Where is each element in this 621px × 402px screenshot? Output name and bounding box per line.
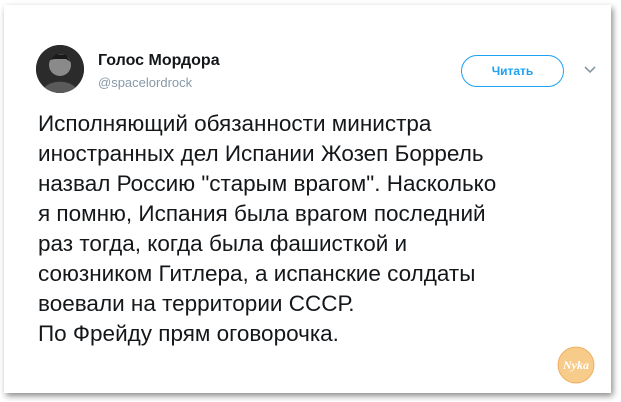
avatar[interactable]	[36, 45, 84, 93]
tweet-text-line: воевали на территории СССР.	[38, 291, 355, 316]
tweet-text-line: По Фрейду прям оговорочка.	[38, 321, 339, 346]
watermark-logo: Nyka	[557, 346, 595, 384]
tweet-text-line: я помню, Испания была врагом последний	[38, 201, 486, 226]
avatar-image	[36, 45, 84, 93]
tweet-text-line: Исполняющий обязанности министра	[38, 111, 432, 136]
tweet-text-line: иностранных дел Испании Жозеп Боррель	[38, 141, 484, 166]
user-handle[interactable]: @spacelordrock	[98, 75, 192, 90]
tweet-text-line: раз тогда, когда была фашисткой и	[38, 231, 408, 256]
watermark-text: Nyka	[562, 358, 589, 372]
tweet-text-line: назвал Россию "старым врагом". Насколько	[38, 171, 497, 196]
tweet-text-line: союзником Гитлера, а испанские солдаты	[38, 261, 476, 286]
chevron-down-icon[interactable]	[584, 65, 596, 75]
tweet-card: Голос Мордора @spacelordrock Читать Испо…	[4, 5, 611, 393]
follow-button[interactable]: Читать	[461, 55, 564, 87]
display-name[interactable]: Голос Мордора	[98, 52, 220, 70]
tweet-text: Исполняющий обязанности министра иностра…	[38, 109, 608, 349]
